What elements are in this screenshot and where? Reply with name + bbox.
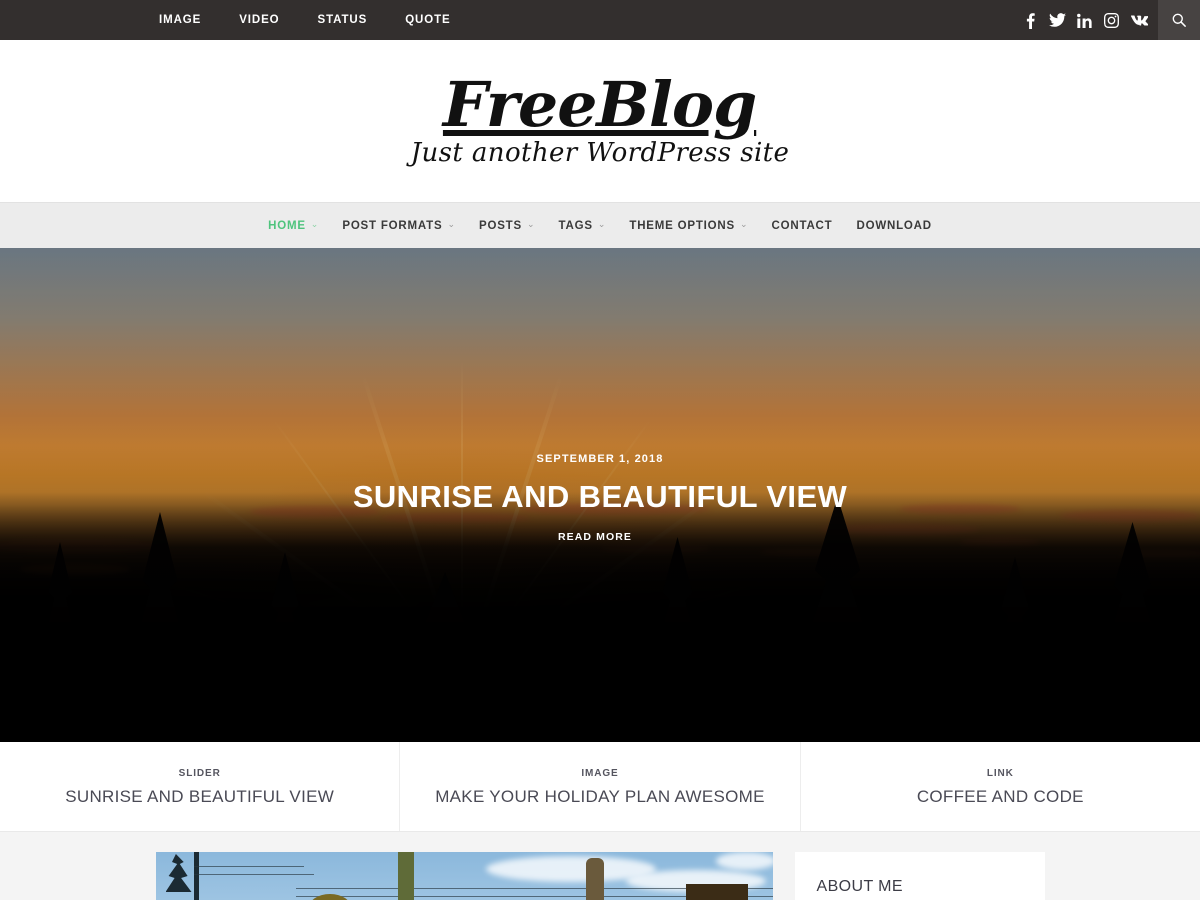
nav-item-post-formats-label: POST FORMATS <box>342 219 443 232</box>
nav-item-posts-label: POSTS <box>479 219 522 232</box>
hero-slider[interactable]: SEPTEMBER 1, 2018 SUNRISE AND BEAUTIFUL … <box>0 248 1200 742</box>
featured-box-link[interactable]: LINK COFFEE AND CODE <box>801 742 1200 831</box>
chevron-down-icon: ⌄ <box>310 219 319 229</box>
search-toggle-button[interactable] <box>1158 0 1200 40</box>
nav-item-tags[interactable]: TAGS ⌄ <box>547 220 618 232</box>
twitter-icon[interactable] <box>1044 0 1071 40</box>
topbar-item-status[interactable]: STATUS <box>299 0 387 40</box>
post-pole <box>397 852 414 900</box>
sidebar: ABOUT ME <box>794 852 1045 900</box>
antenna-pole <box>193 852 199 900</box>
wire-line <box>193 874 314 875</box>
nav-item-download-label: DOWNLOAD <box>856 219 932 232</box>
facebook-icon[interactable] <box>1017 0 1044 40</box>
tree-silhouette <box>36 542 84 712</box>
chevron-down-icon: ⌄ <box>739 219 748 229</box>
site-header: FreeBlog Just another WordPress site <box>0 40 1200 202</box>
tree-silhouette <box>255 552 315 723</box>
tree-silhouette <box>124 512 196 719</box>
featured-category-label[interactable]: LINK <box>987 768 1014 779</box>
nav-item-tags-label: TAGS <box>558 219 593 232</box>
tree-silhouette <box>985 557 1045 724</box>
nav-item-home[interactable]: HOME ⌄ <box>256 220 330 232</box>
wire-line <box>193 866 304 867</box>
nav-item-theme-options[interactable]: THEME OPTIONS ⌄ <box>617 220 759 232</box>
top-bar-right <box>1017 0 1200 40</box>
nav-item-posts[interactable]: POSTS ⌄ <box>467 220 547 232</box>
tree-silhouette <box>403 572 487 729</box>
widget-title-about-me: ABOUT ME <box>816 878 903 895</box>
site-title[interactable]: FreeBlog <box>443 74 757 136</box>
topbar-item-quote[interactable]: QUOTE <box>386 0 469 40</box>
topbar-item-video[interactable]: VIDEO <box>220 0 298 40</box>
chevron-down-icon: ⌄ <box>597 219 606 229</box>
content-area: ABOUT ME <box>0 832 1200 900</box>
nav-item-contact[interactable]: CONTACT <box>760 220 845 232</box>
linkedin-icon[interactable] <box>1071 0 1098 40</box>
post-featured-image <box>155 852 773 900</box>
featured-post-title[interactable]: COFFEE AND CODE <box>917 787 1084 807</box>
search-icon <box>1172 13 1186 27</box>
slider-post-date: SEPTEMBER 1, 2018 <box>536 453 664 465</box>
circular-shape <box>307 894 352 900</box>
featured-post-title[interactable]: SUNRISE AND BEAUTIFUL VIEW <box>65 787 334 807</box>
nav-item-theme-options-label: THEME OPTIONS <box>629 219 735 232</box>
post-thumbnail[interactable] <box>155 852 773 900</box>
top-bar: IMAGE VIDEO STATUS QUOTE <box>0 0 1200 40</box>
vk-icon[interactable] <box>1125 0 1152 40</box>
social-links <box>1017 0 1158 40</box>
nav-item-home-label: HOME <box>268 219 306 232</box>
tree-silhouette <box>1095 522 1170 720</box>
nav-item-contact-label: CONTACT <box>771 219 833 232</box>
featured-post-title[interactable]: MAKE YOUR HOLIDAY PLAN AWESOME <box>435 787 765 807</box>
chevron-down-icon: ⌄ <box>447 219 455 229</box>
site-tagline: Just another WordPress site <box>410 138 790 168</box>
featured-box-image[interactable]: IMAGE MAKE YOUR HOLIDAY PLAN AWESOME <box>400 742 801 831</box>
chevron-down-icon: ⌄ <box>526 219 535 229</box>
tree-silhouette <box>646 537 709 720</box>
slider-post-title[interactable]: SUNRISE AND BEAUTIFUL VIEW <box>353 479 847 515</box>
featured-category-label[interactable]: IMAGE <box>581 768 618 779</box>
nav-item-post-formats[interactable]: POST FORMATS ⌄ <box>330 220 467 232</box>
slider-read-more-link[interactable]: READ MORE <box>0 531 1200 543</box>
tree-silhouette <box>165 854 192 892</box>
featured-category-label[interactable]: SLIDER <box>179 768 221 779</box>
featured-box-slider[interactable]: SLIDER SUNRISE AND BEAUTIFUL VIEW <box>0 742 401 831</box>
slider-caption: SEPTEMBER 1, 2018 SUNRISE AND BEAUTIFUL … <box>0 453 1200 543</box>
pillar-shape <box>585 858 604 900</box>
top-bar-menu: IMAGE VIDEO STATUS QUOTE <box>140 0 470 40</box>
cloud-shape <box>715 852 773 870</box>
instagram-icon[interactable] <box>1098 0 1125 40</box>
topbar-item-image[interactable]: IMAGE <box>140 0 220 40</box>
primary-navigation: HOME ⌄ POST FORMATS ⌄ POSTS ⌄ TAGS ⌄ THE… <box>0 202 1200 248</box>
sign-shape <box>685 884 748 900</box>
nav-item-download[interactable]: DOWNLOAD <box>845 220 944 232</box>
featured-posts-row: SLIDER SUNRISE AND BEAUTIFUL VIEW IMAGE … <box>0 742 1200 832</box>
